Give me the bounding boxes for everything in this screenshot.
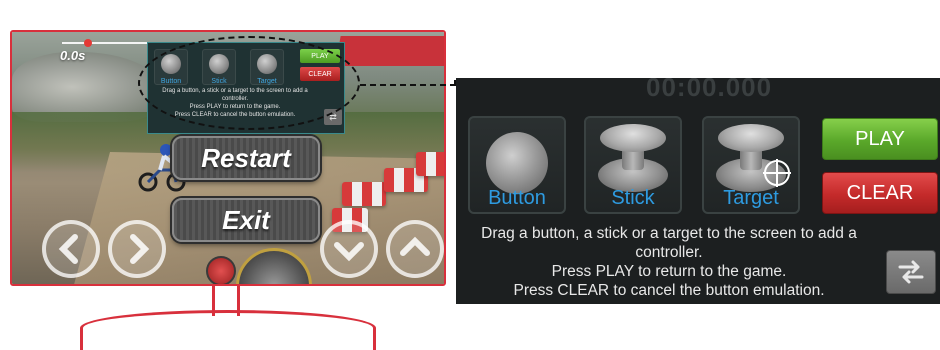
help-line-1: Drag a button, a stick or a target to th…	[481, 225, 857, 261]
controller-slot-button[interactable]: Button	[468, 116, 566, 214]
chevron-up-icon	[400, 236, 430, 256]
controller-slot-stick[interactable]: Stick	[584, 116, 682, 214]
clear-button[interactable]: CLEAR	[822, 172, 938, 214]
tv-base	[80, 310, 376, 350]
crosshair-icon	[763, 159, 791, 187]
ball-button-icon	[486, 132, 548, 194]
brake-button[interactable]	[320, 220, 378, 278]
fuel-indicator	[206, 256, 236, 284]
controller-slot-target[interactable]: Target	[702, 116, 800, 214]
slot-label-target: Target	[723, 187, 779, 209]
help-line-2: Press PLAY to return to the game.	[551, 263, 787, 280]
slot-label-stick: Stick	[611, 187, 655, 209]
play-button[interactable]: PLAY	[822, 118, 938, 160]
slot-label-button: Button	[488, 187, 546, 209]
sponsor-banner	[335, 36, 444, 66]
progress-marker	[84, 39, 92, 47]
chevron-right-icon	[130, 234, 150, 264]
chevron-left-icon	[58, 234, 78, 264]
help-line-3: Press CLEAR to cancel the button emulati…	[513, 282, 825, 299]
exit-button[interactable]: Exit	[172, 198, 320, 242]
swap-button[interactable]	[886, 250, 936, 294]
controller-panel: 00:00.000 Button Stick Target PLAY CLEAR…	[456, 78, 940, 304]
chevron-down-icon	[334, 242, 364, 262]
accelerate-button[interactable]	[386, 220, 444, 278]
swap-arrows-icon	[898, 260, 924, 284]
background-timer-ghost: 00:00.000	[646, 78, 773, 102]
restart-button[interactable]: Restart	[172, 136, 320, 180]
callout-ellipse	[138, 36, 360, 130]
callout-connector	[360, 84, 456, 86]
track-barrier	[342, 182, 386, 206]
steer-right-button[interactable]	[108, 220, 166, 278]
race-timer: 0.0s	[60, 48, 86, 63]
steer-left-button[interactable]	[42, 220, 100, 278]
help-text: Drag a button, a stick or a target to th…	[466, 224, 872, 300]
track-barrier	[416, 152, 444, 176]
